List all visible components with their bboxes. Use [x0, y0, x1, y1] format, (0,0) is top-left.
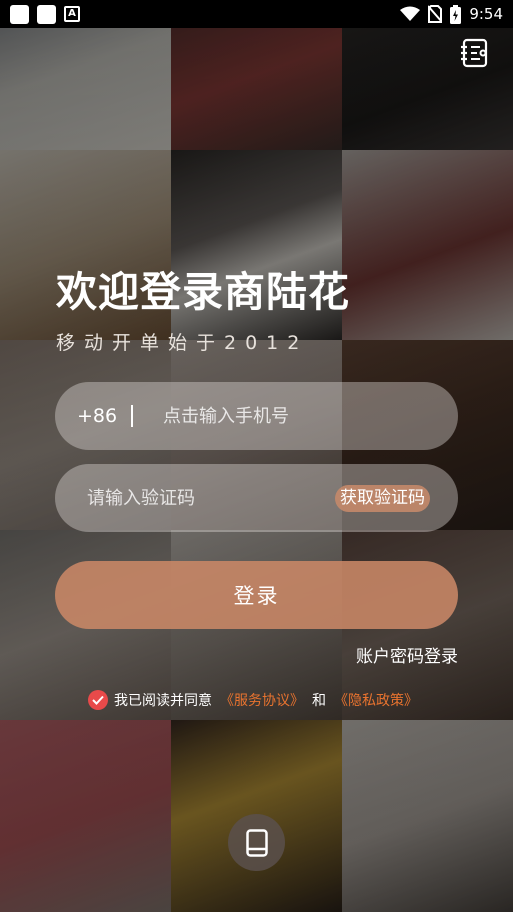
login-button[interactable]: 登录: [55, 561, 458, 629]
checkmark-icon: [92, 695, 104, 705]
wifi-icon: [400, 6, 421, 21]
page-subtitle: 移动开单始于2012: [56, 332, 309, 354]
prefix-divider: [131, 405, 133, 427]
tablet-icon: [245, 828, 268, 857]
get-code-button[interactable]: 获取验证码: [335, 485, 430, 512]
service-agreement-link[interactable]: 《服务协议》: [220, 690, 304, 710]
page-title: 欢迎登录商陆花: [56, 268, 350, 316]
agreement-text: 我已阅读并同意: [114, 693, 212, 709]
guide-list-icon[interactable]: [461, 38, 489, 68]
verification-code-field[interactable]: 获取验证码: [55, 464, 458, 532]
agreement-and-text: 和: [312, 693, 326, 709]
battery-charging-icon: [450, 4, 462, 24]
tablet-mode-button[interactable]: [228, 814, 285, 871]
status-bar: A 9:54: [0, 0, 513, 28]
no-sim-icon: [428, 5, 443, 23]
agreement-row: 我已阅读并同意 《服务协议》 和 《隐私政策》: [88, 690, 426, 710]
password-login-link[interactable]: 账户密码登录: [356, 642, 458, 667]
privacy-policy-link[interactable]: 《隐私政策》: [334, 690, 418, 710]
background-overlay: [0, 0, 513, 912]
clock: 9:54: [469, 5, 503, 23]
app-square-icon: [10, 4, 29, 24]
country-code-prefix[interactable]: +86: [77, 405, 117, 427]
app-square-icon: [37, 4, 56, 24]
phone-input[interactable]: [163, 405, 458, 427]
font-a-icon: A: [64, 6, 80, 22]
phone-field[interactable]: +86: [55, 382, 458, 450]
agree-checkbox[interactable]: [88, 690, 108, 710]
